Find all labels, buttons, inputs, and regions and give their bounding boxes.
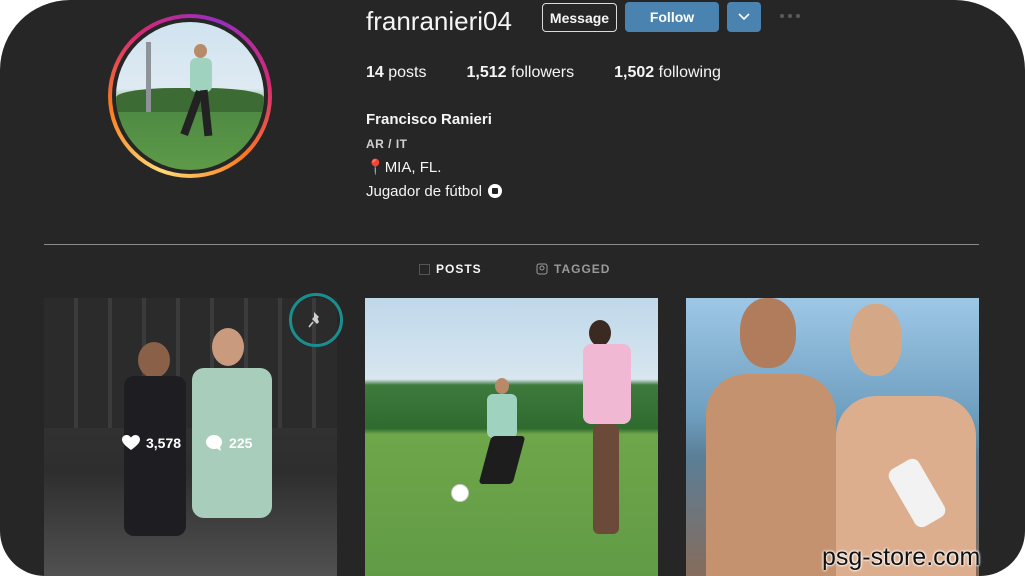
profile-stats: 14 posts 1,512 followers 1,502 following <box>366 64 761 82</box>
follow-button[interactable]: Follow <box>625 2 719 32</box>
followers-stat[interactable]: 1,512 followers <box>467 64 575 82</box>
grid-icon <box>419 263 430 275</box>
post-thumbnail[interactable]: 3,578 225 <box>44 298 337 576</box>
watermark-text: psg-store.com <box>822 543 981 571</box>
description-line: Jugador de fútbol <box>366 180 503 204</box>
profile-category: AR / IT <box>366 137 408 151</box>
tab-posts[interactable]: POSTS <box>419 262 482 276</box>
profile-username: franranieri04 <box>366 6 512 36</box>
section-divider <box>44 244 979 245</box>
profile-avatar[interactable] <box>108 14 272 178</box>
comments-count: 225 <box>229 435 253 451</box>
profile-bio: Francisco Ranieri AR / IT 📍MIA, FL. Juga… <box>366 108 503 204</box>
pin-icon <box>308 312 319 328</box>
soccer-ball-icon <box>488 184 503 198</box>
dot-icon <box>780 14 784 18</box>
post-thumbnail[interactable] <box>686 298 979 576</box>
location-line: 📍MIA, FL. <box>366 159 442 176</box>
chevron-down-icon <box>738 13 750 21</box>
heart-icon <box>122 435 140 450</box>
location-pin-icon: 📍 <box>366 159 385 176</box>
profile-page: franranieri04 Message Follow 14 posts 1,… <box>0 0 1025 576</box>
following-stat[interactable]: 1,502 following <box>614 64 721 82</box>
post-thumbnail[interactable] <box>365 298 658 576</box>
more-options-button[interactable] <box>776 6 804 26</box>
suggested-accounts-button[interactable] <box>727 2 761 32</box>
pinned-post-indicator <box>289 293 343 347</box>
avatar-photo <box>116 22 264 170</box>
post-hover-stats: 3,578 225 <box>122 434 252 452</box>
tab-tagged[interactable]: TAGGED <box>536 262 610 276</box>
posts-stat: 14 posts <box>366 64 427 81</box>
comment-icon <box>206 435 223 451</box>
ball <box>451 484 469 502</box>
likes-count: 3,578 <box>146 435 182 451</box>
full-name: Francisco Ranieri <box>366 111 492 128</box>
tagged-icon <box>536 263 548 275</box>
message-button[interactable]: Message <box>542 3 617 32</box>
